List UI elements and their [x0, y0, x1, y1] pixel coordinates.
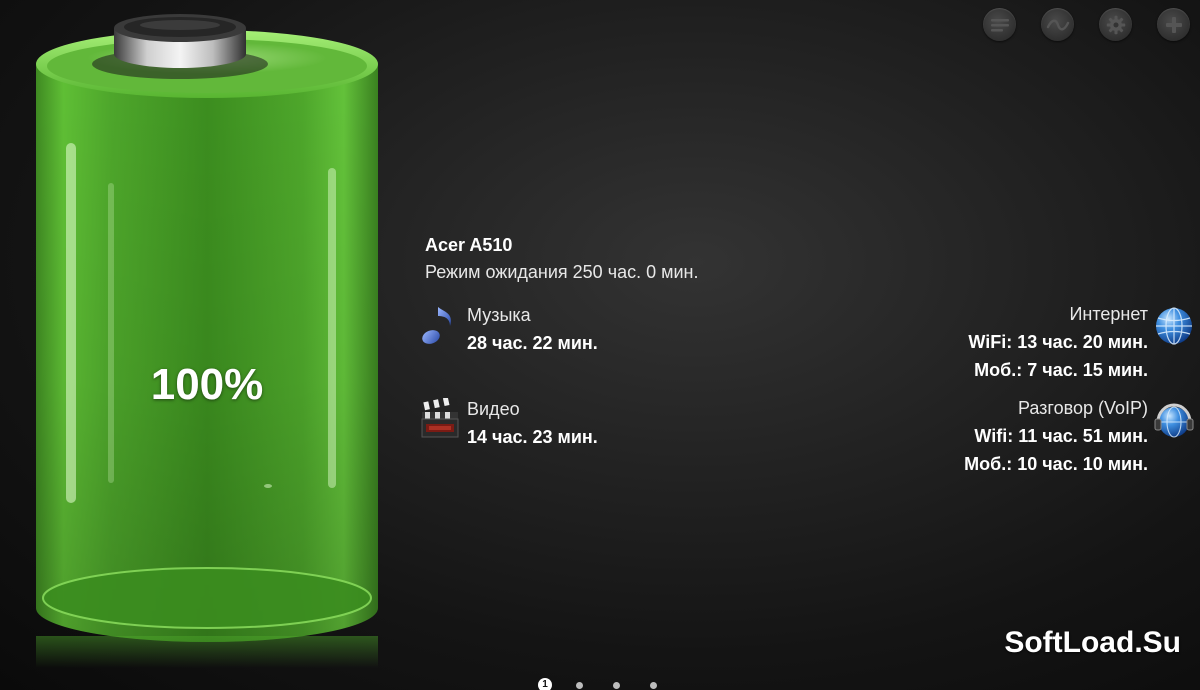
internet-label: Интернет [1069, 304, 1148, 324]
page-dot-2[interactable] [576, 681, 583, 689]
list-icon [990, 18, 1009, 31]
video-text: Видео 14 час. 23 мин. [467, 398, 598, 448]
globe-icon [1156, 307, 1192, 345]
graph-icon [1046, 19, 1069, 30]
add-button[interactable] [1157, 8, 1190, 41]
clapperboard-icon [420, 398, 459, 438]
music-usage: Музыка 28 час. 22 мин. [420, 304, 598, 354]
graph-button[interactable] [1041, 8, 1074, 41]
page-dot-4[interactable] [650, 681, 657, 689]
internet-wifi-time: WiFi: 13 час. 20 мин. [968, 332, 1148, 352]
music-label: Музыка [467, 305, 531, 325]
voip-mobile-time: Моб.: 10 час. 10 мин. [964, 454, 1148, 474]
toolbar [983, 8, 1190, 41]
device-info: Acer A510 Режим ожидания 250 час. 0 мин. [425, 234, 698, 284]
page-dot-1[interactable]: 1 [538, 678, 552, 690]
voip-usage: Разговор (VoIP) Wifi: 11 час. 51 мин. Мо… [964, 397, 1148, 475]
voip-label: Разговор (VoIP) [1017, 398, 1148, 418]
page-indicator: 1 [538, 678, 687, 690]
music-note-icon [422, 305, 451, 344]
battery-level-text: 100% [150, 360, 264, 409]
video-usage: Видео 14 час. 23 мин. [420, 398, 598, 448]
internet-mobile-time: Моб.: 7 час. 15 мин. [974, 360, 1148, 380]
battery-app-screen: 100% Acer A510 Режим ожидания 250 час. 0… [0, 0, 1200, 690]
voip-wifi-time: Wifi: 11 час. 51 мин. [974, 426, 1148, 446]
headset-globe-icon [1154, 403, 1194, 438]
standby-time: Режим ожидания 250 час. 0 мин. [425, 262, 699, 282]
music-time: 28 час. 22 мин. [467, 333, 598, 353]
list-button[interactable] [983, 8, 1016, 41]
plus-icon [1165, 16, 1182, 33]
gear-icon [1106, 15, 1125, 34]
settings-button[interactable] [1099, 8, 1132, 41]
battery-graphic [36, 14, 378, 668]
video-label: Видео [467, 399, 520, 419]
music-text: Музыка 28 час. 22 мин. [467, 304, 598, 354]
internet-usage: Интернет WiFi: 13 час. 20 мин. Моб.: 7 ч… [968, 303, 1148, 381]
watermark: SoftLoad.Su [1004, 626, 1181, 659]
video-time: 14 час. 23 мин. [467, 427, 598, 447]
battery-widget: 100% [36, 8, 378, 668]
device-name: Acer A510 [425, 235, 513, 255]
page-dot-3[interactable] [613, 681, 620, 689]
